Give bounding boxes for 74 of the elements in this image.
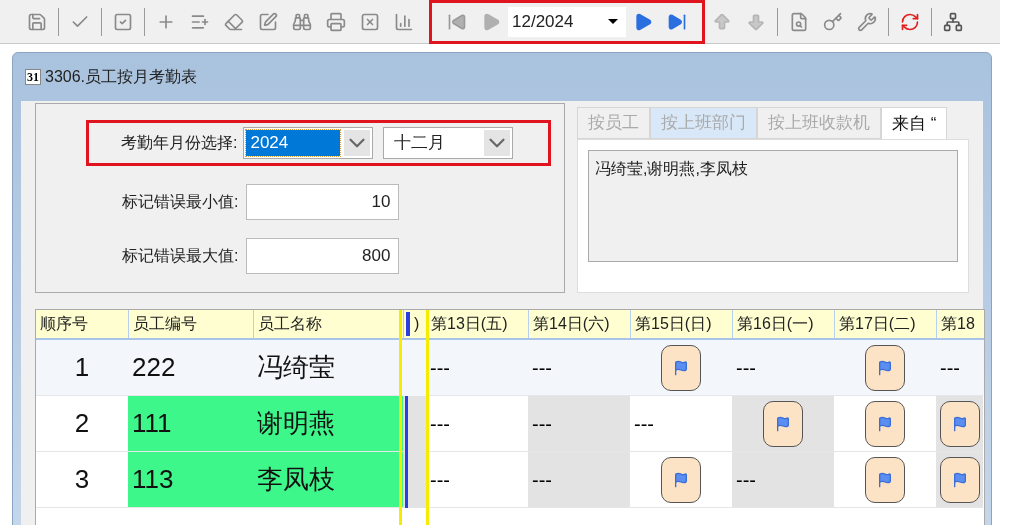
next-icon[interactable] [633, 11, 653, 32]
id-cell: 113 [128, 452, 253, 508]
min-value-field[interactable]: 10 [246, 184, 400, 220]
field-label: 标记错误最大值: [122, 246, 239, 266]
column-header[interactable]: 顺序号 [36, 312, 88, 336]
flag-marker[interactable] [661, 344, 701, 391]
column-header[interactable]: ) [410, 312, 420, 336]
flag-icon [673, 471, 689, 488]
edit-icon[interactable] [258, 11, 278, 32]
column-header[interactable]: 员工名称 [254, 312, 322, 336]
empty-mark: --- [429, 355, 450, 381]
checkbox-icon[interactable] [113, 11, 133, 32]
tools-icon[interactable] [857, 11, 877, 32]
table-row[interactable]: 1 222 冯绮莹 --- --- --- --- [36, 340, 984, 396]
column-header[interactable]: 第15日(日) [631, 312, 712, 336]
dropdown-icon [608, 19, 618, 24]
column-header[interactable]: 第17日(二) [835, 312, 916, 336]
empty-mark: --- [531, 467, 552, 493]
max-value-field[interactable]: 800 [246, 238, 400, 274]
id-cell: 111 [128, 396, 253, 452]
period-dropdown[interactable]: 12/2024 [508, 6, 626, 37]
empty-mark: --- [939, 355, 960, 381]
empty-mark: --- [633, 411, 654, 437]
flag-marker[interactable] [865, 456, 905, 503]
refresh-icon[interactable] [900, 11, 920, 32]
empty-mark: --- [531, 355, 552, 381]
empty-mark: --- [735, 355, 756, 381]
table-row[interactable]: 2 111 谢明燕 --- --- --- [36, 396, 984, 452]
field-label: 考勤年月份选择: [121, 133, 238, 153]
month-dropdown[interactable]: 十二月 [383, 127, 514, 159]
window-title: 3306.员工按月考勤表 [45, 67, 198, 87]
empty-mark: --- [429, 467, 450, 493]
selected-names-box[interactable]: 冯绮莹,谢明燕,李凤枝 [588, 150, 958, 262]
flag-marker[interactable] [865, 344, 905, 391]
chevron-icon [484, 130, 511, 156]
empty-mark: --- [531, 411, 552, 437]
preview-icon[interactable] [789, 11, 809, 32]
tab[interactable]: 来自 “ [881, 107, 948, 139]
eraser-icon[interactable] [224, 11, 244, 32]
tree-icon[interactable] [943, 11, 963, 32]
flag-icon [951, 415, 968, 432]
save-icon[interactable] [27, 11, 47, 32]
table-cell-text: 2 [74, 407, 90, 440]
flag-marker[interactable] [661, 456, 701, 503]
search-icon[interactable] [292, 11, 312, 32]
empty-mark: --- [735, 467, 756, 493]
column-marker [406, 312, 410, 336]
name-cell: 谢明燕 [253, 396, 403, 452]
table-cell-text: 1 [74, 351, 90, 384]
flag-icon [673, 359, 689, 376]
calendar-icon: 31 [25, 69, 41, 85]
flag-marker[interactable] [865, 400, 905, 447]
printer-icon[interactable] [326, 11, 346, 32]
column-header[interactable]: 第16日(一) [733, 312, 814, 336]
flag-icon [775, 415, 791, 432]
column-header[interactable]: 第13日(五) [427, 312, 508, 336]
column-header[interactable]: 员工编号 [129, 312, 197, 336]
name-cell: 李凤枝 [253, 452, 403, 508]
flag-icon [877, 471, 893, 488]
year-dropdown[interactable]: 2024 [243, 127, 374, 159]
empty-mark: --- [429, 411, 450, 437]
chart-icon[interactable] [394, 11, 414, 32]
up-arrow-icon[interactable] [712, 11, 732, 32]
chevron-icon [344, 130, 371, 156]
flag-icon [877, 415, 893, 432]
field-label: 标记错误最小值: [122, 192, 239, 212]
column-header[interactable]: 第14日(六) [529, 312, 610, 336]
column-header[interactable]: 第18 [937, 312, 975, 336]
table-row[interactable]: 3 113 李凤枝 --- --- --- [36, 452, 984, 508]
key-icon[interactable] [823, 11, 843, 32]
flag-marker[interactable] [763, 400, 803, 447]
flag-icon [877, 359, 893, 376]
table-cell-text: 3 [74, 463, 90, 496]
flag-icon [951, 471, 968, 488]
